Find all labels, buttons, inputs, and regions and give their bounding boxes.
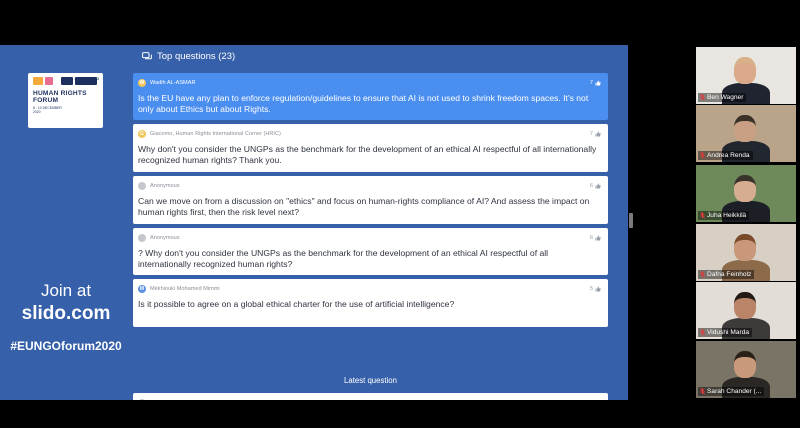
question-author: Mékhiouki Mohamed Mimmi <box>150 286 220 292</box>
participant-nameplate: Dafna Feinholz <box>698 270 755 279</box>
question-author: Anonymous <box>150 235 180 241</box>
meeting-window: 22ND EU-NGO HUMAN RIGHTS FORUM 8 - 10 DE… <box>0 0 800 428</box>
author-avatar <box>138 182 146 190</box>
muted-mic-icon <box>700 388 705 395</box>
participant-name: Dafna Feinholz <box>707 271 752 278</box>
questions-icon <box>142 52 152 60</box>
logo-edition: 22ND EU-NGO <box>74 77 99 81</box>
event-panel: 22ND EU-NGO HUMAN RIGHTS FORUM 8 - 10 DE… <box>0 45 132 400</box>
question-card[interactable]: Anonymous0How to raise more awareness on… <box>133 393 608 400</box>
logo-stripe <box>55 77 59 85</box>
question-author: Giacomo, Human Rights International Corn… <box>150 131 281 137</box>
like-count: 7 <box>589 80 593 86</box>
muted-mic-icon <box>700 212 705 219</box>
question-meta: Anonymous <box>138 399 180 400</box>
join-label: Join at <box>40 281 92 300</box>
logo-title-line1: HUMAN RIGHTS <box>33 90 87 97</box>
like-count: 6 <box>589 183 593 189</box>
question-text: Why don't you consider the UNGPs as the … <box>138 144 597 165</box>
participant-nameplate: Vidushi Marda <box>698 328 753 337</box>
like-count: 5 <box>589 286 593 292</box>
like-count: 6 <box>589 235 593 241</box>
question-text: Is the EU have any plan to enforce regul… <box>138 93 589 114</box>
participant-head <box>734 351 756 378</box>
top-questions-header: Top questions (23) <box>142 51 235 62</box>
participant-tile[interactable]: Juha Heikkilä <box>696 165 796 222</box>
author-avatar <box>138 399 146 400</box>
like-button[interactable]: 7 <box>590 131 601 137</box>
question-author: Anonymous <box>150 183 180 189</box>
like-button[interactable]: 6 <box>590 183 601 189</box>
participant-tile[interactable]: Ben Wagner <box>696 47 796 104</box>
logo-date: 8 - 10 DECEMBER 2020 <box>33 106 98 114</box>
thumbs-up-icon <box>595 183 601 189</box>
like-count: 7 <box>589 131 593 137</box>
split-handle[interactable] <box>629 213 633 228</box>
logo-stripe <box>61 77 73 85</box>
participant-nameplate: Andrea Renda <box>698 151 753 160</box>
author-avatar: G <box>138 130 146 138</box>
question-author: Wadih AL-ASMAR <box>150 80 196 86</box>
question-meta: W Wadih AL-ASMAR <box>138 79 196 87</box>
question-text: ? Why don't you consider the UNGPs as th… <box>138 248 549 269</box>
question-card[interactable]: Anonymous 6 ? Why don't you consider the U… <box>133 228 608 275</box>
question-card[interactable]: Anonymous 6 Can we move on from a discussi… <box>133 176 608 224</box>
question-text: Is it possible to agree on a global ethi… <box>138 299 455 309</box>
thumbs-up-icon <box>595 131 601 137</box>
participant-name: Vidushi Marda <box>707 329 750 336</box>
participant-tile[interactable]: Andrea Renda <box>696 105 796 162</box>
thumbs-up-icon <box>595 80 601 86</box>
question-meta: M Mékhiouki Mohamed Mimmi <box>138 285 220 293</box>
latest-question-header: Latest question <box>344 376 397 385</box>
like-button[interactable]: 5 <box>590 286 601 292</box>
question-meta: G Giacomo, Human Rights International Cor… <box>138 130 281 138</box>
logo-title-line2: FORUM <box>33 97 59 104</box>
question-card[interactable]: M Mékhiouki Mohamed Mimmi 5 Is it possible … <box>133 279 608 327</box>
question-card[interactable]: G Giacomo, Human Rights International Cor… <box>133 124 608 172</box>
question-meta: Anonymous <box>138 234 180 242</box>
participant-name: Andrea Renda <box>707 152 750 159</box>
event-hashtag: #EUNGOforum2020 <box>10 339 122 353</box>
muted-mic-icon <box>700 271 705 278</box>
participant-nameplate: Sarah Chander (... <box>698 387 765 396</box>
top-questions-title: Top questions (23) <box>157 51 236 62</box>
participant-head <box>734 175 756 202</box>
participant-head <box>734 292 756 319</box>
author-avatar <box>138 234 146 242</box>
question-card-highlighted[interactable]: W Wadih AL-ASMAR 7 Is the EU have any plan … <box>133 73 608 120</box>
author-avatar: M <box>138 285 146 293</box>
like-button[interactable]: 6 <box>590 235 601 241</box>
forum-logo: 22ND EU-NGO HUMAN RIGHTS FORUM 8 - 10 DE… <box>28 73 103 128</box>
participant-tile[interactable]: Vidushi Marda <box>696 282 796 339</box>
participant-tile[interactable]: Sarah Chander (... <box>696 341 796 398</box>
participant-head <box>734 234 756 261</box>
thumbs-up-icon <box>595 235 601 241</box>
question-meta: Anonymous <box>138 182 180 190</box>
muted-mic-icon <box>700 94 705 101</box>
like-button[interactable]: 7 <box>590 80 601 86</box>
participant-name: Sarah Chander (... <box>707 388 762 395</box>
participant-nameplate: Juha Heikkilä <box>698 211 750 220</box>
participant-name: Juha Heikkilä <box>707 212 747 219</box>
logo-date-line2: 2020 <box>33 110 41 114</box>
question-text: Can we move on from a discussion on "eth… <box>138 196 590 217</box>
participant-nameplate: Ben Wagner <box>698 93 747 102</box>
thumbs-up-icon <box>595 286 601 292</box>
join-url: slido.com <box>21 303 111 324</box>
muted-mic-icon <box>700 329 705 336</box>
logo-title: HUMAN RIGHTS FORUM <box>33 90 98 104</box>
logo-stripe <box>33 77 43 85</box>
shared-screen: 22ND EU-NGO HUMAN RIGHTS FORUM 8 - 10 DE… <box>0 45 628 400</box>
muted-mic-icon <box>700 152 705 159</box>
participant-tile[interactable]: Dafna Feinholz <box>696 224 796 281</box>
participant-head <box>734 115 756 142</box>
logo-stripe <box>45 77 53 85</box>
participant-head <box>734 57 756 84</box>
author-avatar: W <box>138 79 146 87</box>
participant-name: Ben Wagner <box>707 94 744 101</box>
